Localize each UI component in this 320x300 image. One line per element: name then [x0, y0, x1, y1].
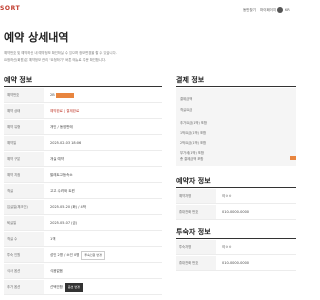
row-value: 개인 / 동양판매: [50, 120, 73, 134]
row-value-text: 성인 2명 / 소인 0명: [50, 253, 80, 257]
page-title: 예약 상세내역: [4, 31, 69, 44]
reserver-row: 예약자명 이ㅇㅇ: [176, 189, 296, 204]
reservation-row: 예약 유형 개인 / 동양판매: [4, 120, 162, 135]
reserver-section-title: 예약자 정보: [176, 177, 211, 185]
row-value: 1객: [50, 232, 55, 246]
row-value-text: 고고 수려와 트윈: [50, 189, 75, 193]
payment-divider: [176, 86, 296, 87]
row-label: 퇴실일: [4, 216, 44, 230]
row-label: 예약자명: [176, 189, 216, 203]
row-label: 입실일(체크인): [4, 200, 44, 214]
payment-item-label: 1박요금(1박) 포함: [180, 131, 207, 135]
row-label: 객실 수: [4, 232, 44, 246]
row-value-text: 2B: [50, 93, 55, 97]
nav-link-mypage[interactable]: 마이페이지: [260, 8, 276, 13]
row-value-text: 개실 예약: [50, 157, 64, 161]
reservation-row: 객실 고고 수려와 트윈: [4, 184, 162, 199]
reservation-row: 예약 지점 팔레트고등속소: [4, 168, 162, 183]
payment-section-title: 결제 정보: [176, 76, 205, 84]
row-value: 개실 예약: [50, 152, 64, 166]
brand-logo[interactable]: SORT: [0, 5, 20, 12]
reservation-divider: [4, 86, 162, 87]
payment-item-label: 부가세(1박) 포함: [180, 151, 204, 155]
reservation-row: 예약일 2025.02.03 18:06: [4, 136, 162, 151]
row-value: 2B: [50, 88, 74, 102]
row-label: 투숙자명: [176, 240, 216, 254]
reservation-row: 식사 옵션 식음없음: [4, 264, 162, 279]
reservation-row: 예약번호 2B: [4, 88, 162, 103]
row-value-text: 2025.05.07 (금): [50, 221, 78, 225]
row-value-text: 2025.05.20 (화) / 4박: [50, 205, 86, 209]
row-label: 휴대전화 번호: [176, 205, 216, 219]
user-name[interactable]: KR: [285, 8, 290, 12]
row-value-text: 팔레트고등속소: [50, 173, 73, 177]
row-value-text: 식음없음: [50, 269, 63, 273]
total-amount-highlight: [290, 156, 296, 160]
row-value: 식음없음: [50, 264, 63, 278]
reserver-row: 휴대전화 번호 010-0000-0000: [176, 205, 296, 220]
row-value: 선택안함 옵션 변경: [50, 280, 83, 294]
masked-value: [55, 92, 74, 98]
reservation-row: 입실일(체크인) 2025.05.20 (화) / 4박: [4, 200, 162, 215]
row-label: 예약 상태: [4, 104, 44, 118]
row-label: 예약번호: [4, 88, 44, 102]
payment-item-label: 총 결제금액 포함: [180, 157, 204, 161]
row-value: 010-0000-0000: [222, 210, 250, 214]
row-label: 투숙 인원: [4, 248, 44, 262]
reservation-row: 퇴실일 2025.05.07 (금): [4, 216, 162, 231]
row-value: 예약완료 | 결제완료: [50, 104, 79, 118]
page-description-1: 예약번호 및 예약하신 내 예약정보 확인하실 수 있으며 정보변경을 할 수 …: [4, 51, 117, 55]
row-value-text: 선택안함: [50, 285, 63, 289]
row-label: 식사 옵션: [4, 264, 44, 278]
payment-item-label: 결제금액: [180, 97, 193, 101]
row-value: 팔레트고등속소: [50, 168, 73, 182]
row-value: 고고 수려와 트윈: [50, 184, 75, 198]
row-value: 010-0000-0000: [222, 261, 250, 265]
row-label: 예약 유형: [4, 120, 44, 134]
guest-row: 휴대전화 번호 010-0000-0000: [176, 256, 296, 271]
row-value-text: 예약완료 | 결제완료: [50, 109, 80, 113]
row-label: 휴대전화 번호: [176, 256, 216, 270]
reservation-row: 추가 옵션 선택안함 옵션 변경: [4, 280, 162, 295]
row-label: 객실: [4, 184, 44, 198]
row-value-text: 1객: [50, 237, 56, 241]
reservation-row: 예약 상태 예약완료 | 결제완료: [4, 104, 162, 119]
guest-row: 투숙자명 이ㅇㅇ: [176, 240, 296, 255]
row-value: 이ㅇㅇ: [222, 245, 232, 249]
reservation-row: 객실 수 1객: [4, 232, 162, 247]
row-value: 이ㅇㅇ: [222, 194, 232, 198]
row-value-text: 개인 / 동양판매: [50, 125, 73, 129]
row-label: 예약 지점: [4, 168, 44, 182]
row-value-text: 2025.02.03 18:06: [50, 141, 82, 145]
nav-link-find[interactable]: 동반찾기: [243, 8, 256, 13]
row-label: 예약일: [4, 136, 44, 150]
payment-item-label: 객실요금: [180, 108, 193, 112]
guest-divider: [176, 238, 296, 239]
reservation-row: 예약 구분 개실 예약: [4, 152, 162, 167]
top-bar: SORT 동반찾기 마이페이지 KR: [0, 0, 300, 22]
row-label: 예약 구분: [4, 152, 44, 166]
reservation-row: 투숙 인원 성인 2명 / 소인 0명 투숙인원 변경: [4, 248, 162, 263]
row-label: 추가 옵션: [4, 280, 44, 294]
row-value: 성인 2명 / 소인 0명 투숙인원 변경: [50, 248, 105, 262]
row-value: 2025.05.20 (화) / 4박: [50, 200, 86, 214]
payment-item-label: 추가요금(1박) 포함: [180, 121, 207, 125]
reserver-divider: [176, 187, 296, 188]
guest-section-title: 투숙자 정보: [176, 228, 211, 236]
row-value: 2025.05.07 (금): [50, 216, 77, 230]
row-value: 2025.02.03 18:06: [50, 136, 81, 150]
row-action-button[interactable]: 투숙인원 변경: [81, 250, 105, 260]
payment-item-label: 2박요금(1박) 포함: [180, 141, 207, 145]
page-description-2: 요청하신(회원)은 예약정보 관리 "요청하기" 버튼 메뉴로 주문 확인합니다…: [4, 58, 106, 62]
row-action-button[interactable]: 옵션 변경: [64, 282, 83, 292]
reservation-section-title: 예약 정보: [4, 76, 33, 84]
user-icon[interactable]: [277, 7, 283, 13]
